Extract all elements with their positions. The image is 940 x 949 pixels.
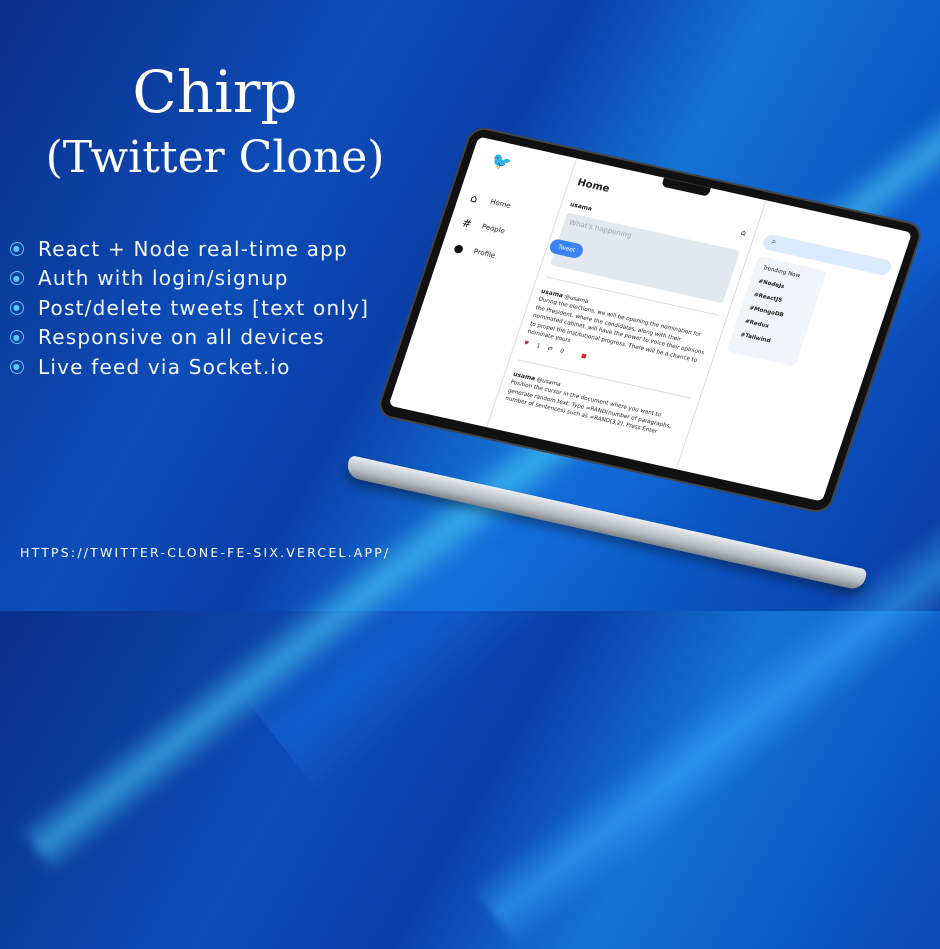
sidebar-nav: ⌂ Home # People ● Profile	[450, 185, 517, 269]
twitter-bullet-icon: ●	[10, 359, 24, 374]
search-icon: ⌕	[770, 236, 778, 247]
retweet-count: 0	[559, 348, 565, 356]
twitter-bullet-icon: ●	[10, 271, 24, 286]
trend-item[interactable]: #Tailwind	[739, 332, 794, 349]
tweet-text: Position the cursor in the document wher…	[504, 379, 673, 435]
heart-icon[interactable]: ♥	[522, 340, 530, 349]
like-count: 1	[535, 343, 541, 350]
tweet-placeholder: What's happening	[568, 218, 633, 240]
feature-item: ● React + Node real-time app	[10, 234, 369, 264]
retweet-icon[interactable]: ⇄	[546, 345, 553, 354]
app-screenshot: 🐦 ⌂ Home # People ● Profile Home ⌂ usama Wh…	[388, 136, 913, 502]
tweet-button[interactable]: Tweet	[547, 237, 586, 260]
right-panel: ⌕ Trending Now #NodeJs #ReactJS #MongoDB…	[726, 233, 894, 379]
twitter-bullet-icon: ●	[10, 330, 24, 345]
feature-item: ● Live feed via Socket.io	[10, 352, 369, 382]
nav-label: Home	[489, 197, 512, 210]
laptop-mockup: 🐦 ⌂ Home # People ● Profile Home ⌂ usama Wh…	[377, 127, 923, 513]
subtitle: (Twitter Clone)	[45, 132, 385, 183]
feature-item: ● Auth with login/signup	[10, 264, 369, 294]
feature-item: ● Post/delete tweets [text only]	[10, 293, 369, 323]
title: Chirp	[132, 58, 298, 126]
twitter-bullet-icon: ●	[10, 300, 24, 315]
feature-text: Live feed via Socket.io	[38, 354, 291, 379]
page-title: Home	[575, 177, 611, 195]
nav-label: People	[480, 222, 507, 236]
feature-text: Responsive on all devices	[38, 325, 325, 350]
twitter-bullet-icon: ●	[10, 241, 24, 256]
home-icon: ⌂	[739, 227, 748, 238]
feature-item: ● Responsive on all devices	[10, 323, 369, 353]
feed: Home ⌂ usama What's happening Tweet usam…	[486, 158, 767, 470]
feature-text: React + Node real-time app	[38, 236, 348, 261]
feature-text: Auth with login/signup	[38, 266, 289, 291]
feature-list: ● React + Node real-time app ● Auth with l…	[10, 234, 369, 382]
delete-icon[interactable]: ■	[580, 352, 588, 361]
nav-label: Profile	[472, 247, 497, 260]
project-url[interactable]: HTTPS://TWITTER-CLONE-FE-SIX.VERCEL.APP/	[20, 545, 390, 560]
twitter-bird-icon: 🐦	[488, 150, 515, 173]
feature-text: Post/delete tweets [text only]	[38, 295, 370, 320]
